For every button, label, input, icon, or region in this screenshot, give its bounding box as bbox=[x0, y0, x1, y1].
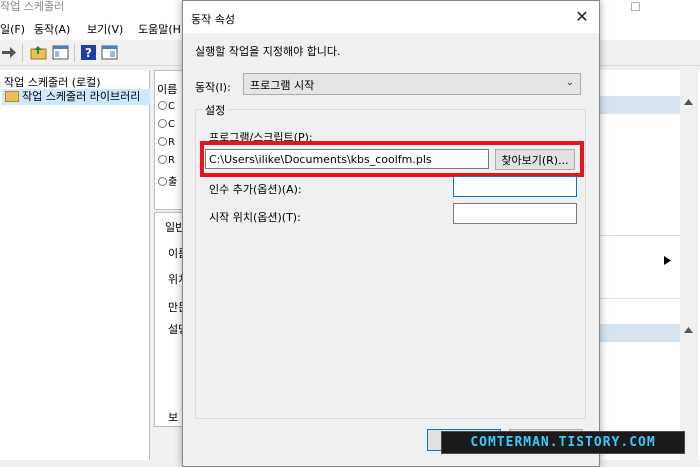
help-icon[interactable]: ? bbox=[80, 44, 97, 61]
tab-general[interactable]: 일반 bbox=[165, 219, 183, 235]
folder-up-icon[interactable] bbox=[30, 44, 47, 61]
scroll-up-icon[interactable] bbox=[684, 98, 693, 106]
divider bbox=[600, 235, 680, 236]
menu-file[interactable]: 일(F) bbox=[0, 21, 25, 37]
svg-text:?: ? bbox=[85, 46, 92, 60]
toolbar-separator bbox=[74, 44, 75, 62]
menu-help[interactable]: 도움말(H) bbox=[138, 21, 185, 37]
tree-library-item[interactable]: 작업 스케줄러 라이브러리 bbox=[2, 89, 150, 105]
list-header-name[interactable]: 이름 bbox=[157, 81, 177, 97]
properties-icon[interactable] bbox=[101, 44, 118, 61]
action-properties-dialog: 동작 속성 ✕ 실행할 작업을 지정해야 합니다. 동작(I): 프로그램 시작… bbox=[182, 0, 600, 467]
start-in-label: 시작 위치(옵션)(T): bbox=[209, 211, 301, 224]
arguments-input[interactable] bbox=[453, 176, 577, 197]
close-icon[interactable]: ✕ bbox=[569, 5, 595, 29]
clock-icon bbox=[158, 137, 167, 146]
forward-arrow-icon[interactable] bbox=[0, 44, 17, 61]
arguments-label: 인수 추가(옵션)(A): bbox=[209, 183, 302, 196]
navigation-tree: 작업 스케줄러 (로컬) 작업 스케줄러 라이브러리 bbox=[0, 70, 150, 460]
clock-icon bbox=[158, 119, 167, 128]
actions-section-header[interactable] bbox=[600, 324, 680, 342]
tree-library-label: 작업 스케줄러 라이브러리 bbox=[22, 90, 141, 103]
start-in-input[interactable] bbox=[453, 203, 577, 224]
action-label: 동작(I): bbox=[195, 81, 231, 94]
scroll-up-icon[interactable] bbox=[684, 326, 693, 334]
chevron-down-icon: ⌄ bbox=[565, 77, 574, 88]
watermark: COMTERMAN.TISTORY.COM bbox=[441, 431, 685, 454]
toolbar-separator bbox=[22, 44, 23, 62]
settings-legend: 설정 bbox=[203, 102, 228, 118]
divider bbox=[600, 298, 680, 299]
dialog-title: 동작 속성 bbox=[191, 13, 235, 26]
clock-icon bbox=[158, 155, 167, 164]
maximize-icon[interactable]: ☐ bbox=[630, 0, 641, 14]
dialog-instruction: 실행할 작업을 지정해야 합니다. bbox=[195, 45, 341, 58]
main-window-title: 작업 스케줄러 bbox=[0, 0, 65, 13]
dialog-title-bar: 동작 속성 ✕ bbox=[183, 1, 599, 33]
action-dropdown-value: 프로그램 시작 bbox=[250, 79, 315, 92]
show-pane-icon[interactable] bbox=[52, 44, 69, 61]
menu-view[interactable]: 보기(V) bbox=[87, 21, 123, 37]
actions-section-header[interactable] bbox=[600, 96, 680, 114]
menu-action[interactable]: 동작(A) bbox=[34, 21, 70, 37]
highlight-annotation bbox=[200, 141, 584, 177]
tree-root-item[interactable]: 작업 스케줄러 (로컬) bbox=[4, 74, 101, 90]
folder-icon bbox=[5, 91, 19, 102]
clock-icon bbox=[158, 101, 167, 110]
clock-icon bbox=[158, 177, 167, 186]
submenu-arrow-icon[interactable] bbox=[664, 256, 671, 265]
action-dropdown[interactable]: 프로그램 시작 ⌄ bbox=[243, 73, 581, 95]
actions-scrollbar[interactable] bbox=[664, 70, 698, 460]
